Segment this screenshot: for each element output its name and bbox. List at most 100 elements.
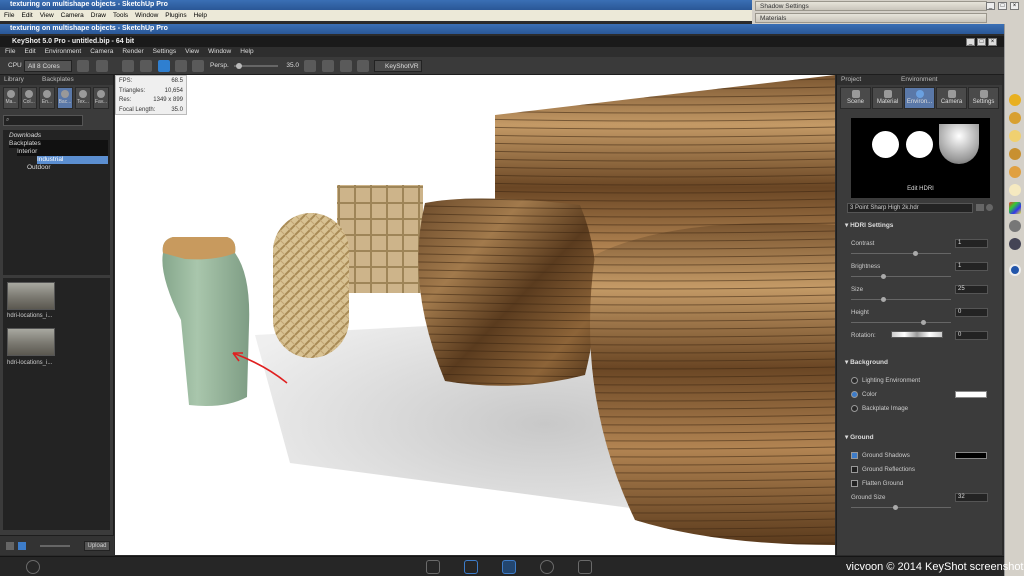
- close-button[interactable]: ×: [1010, 2, 1019, 10]
- zoom-icon[interactable]: [192, 60, 204, 72]
- tree-item-industrial[interactable]: Industrial: [37, 156, 108, 164]
- tab-backplates[interactable]: Bac...: [57, 87, 73, 109]
- ground-size-slider[interactable]: [851, 505, 951, 510]
- outliner-icon[interactable]: [1009, 184, 1021, 196]
- keyshotvr-button[interactable]: KeyShotVR: [374, 60, 422, 72]
- camera-icon[interactable]: [122, 60, 134, 72]
- tree-item-downloads[interactable]: Downloads: [9, 132, 41, 140]
- render-icon[interactable]: [578, 560, 592, 574]
- pan-icon[interactable]: [140, 60, 152, 72]
- sketchup-menu-plugins[interactable]: Plugins: [165, 10, 186, 21]
- geometry-icon[interactable]: [304, 60, 316, 72]
- tree-item-interior[interactable]: Interior: [17, 148, 108, 156]
- shadow-settings-panel[interactable]: Shadow Settings: [755, 1, 987, 11]
- tree-item-outdoor[interactable]: Outdoor: [27, 164, 51, 172]
- hdri-settings-header[interactable]: ▾ HDRI Settings: [845, 221, 893, 229]
- materials-icon[interactable]: [1009, 202, 1021, 214]
- background-color-swatch[interactable]: [955, 391, 987, 398]
- height-input[interactable]: 0: [955, 308, 988, 317]
- vase[interactable]: [162, 237, 250, 406]
- radio-color[interactable]: [851, 391, 858, 398]
- ground-header[interactable]: ▾ Ground: [845, 433, 874, 441]
- sketchup-menu-file[interactable]: File: [4, 10, 14, 21]
- sketchup-menu-draw[interactable]: Draw: [91, 10, 106, 21]
- tiled-box[interactable]: [337, 185, 423, 293]
- tab-settings[interactable]: Settings: [968, 87, 999, 109]
- hdri-file-select[interactable]: 3 Point Sharp High 2k.hdr: [847, 203, 973, 213]
- tab-environment[interactable]: Environ...: [904, 87, 935, 109]
- grid-view-icon[interactable]: [18, 542, 26, 550]
- size-slider[interactable]: [851, 297, 951, 302]
- shadow-icon[interactable]: [1009, 112, 1021, 124]
- menu-help[interactable]: Help: [240, 47, 253, 57]
- fit-icon[interactable]: [322, 60, 334, 72]
- select-icon[interactable]: [1009, 220, 1021, 232]
- fov-slider[interactable]: [234, 63, 278, 69]
- size-input[interactable]: 25: [955, 285, 988, 294]
- minimize-button[interactable]: _: [986, 2, 995, 10]
- menu-render[interactable]: Render: [122, 47, 143, 57]
- fov-value[interactable]: 35.0: [281, 60, 299, 72]
- edit-hdri-button[interactable]: Edit HDRI: [851, 186, 990, 192]
- menu-camera[interactable]: Camera: [90, 47, 113, 57]
- tab-environments[interactable]: En...: [39, 87, 55, 109]
- orbit-icon[interactable]: [1009, 238, 1021, 250]
- close-button[interactable]: ×: [988, 38, 997, 46]
- tab-material[interactable]: Material: [872, 87, 903, 109]
- tree-item-backplates[interactable]: Backplates: [9, 140, 108, 148]
- tab-colors[interactable]: Col...: [21, 87, 37, 109]
- performance-icon[interactable]: [96, 60, 108, 72]
- thumbnail-size-slider[interactable]: [40, 545, 70, 547]
- list-view-icon[interactable]: [6, 542, 14, 550]
- ground-size-input[interactable]: 32: [955, 493, 988, 502]
- background-header[interactable]: ▾ Background: [845, 358, 888, 366]
- tab-favorites[interactable]: Fav...: [93, 87, 109, 109]
- shadow-color-swatch[interactable]: [955, 452, 987, 459]
- project-icon[interactable]: [502, 560, 516, 574]
- ground-reflections-checkbox[interactable]: [851, 466, 858, 473]
- tab-textures[interactable]: Tex...: [75, 87, 91, 109]
- rotate-icon[interactable]: [158, 60, 170, 72]
- pause-icon[interactable]: [77, 60, 89, 72]
- sketchup-menu-window[interactable]: Window: [135, 10, 158, 21]
- keyshot-icon[interactable]: [1009, 264, 1021, 276]
- woven-capsule[interactable]: [273, 213, 349, 358]
- screenshot-icon[interactable]: [357, 60, 369, 72]
- section-icon[interactable]: [1009, 148, 1021, 160]
- tab-scene[interactable]: Scene: [840, 87, 871, 109]
- menu-edit[interactable]: Edit: [24, 47, 35, 57]
- animation-icon[interactable]: [540, 560, 554, 574]
- tab-camera[interactable]: Camera: [936, 87, 967, 109]
- sketchup-menu-camera[interactable]: Camera: [61, 10, 84, 21]
- maximize-button[interactable]: □: [977, 38, 986, 46]
- import-icon[interactable]: [426, 560, 440, 574]
- maximize-button[interactable]: □: [998, 2, 1007, 10]
- materials-panel[interactable]: Materials: [755, 13, 987, 23]
- rotation-dial[interactable]: [891, 331, 943, 338]
- menu-file[interactable]: File: [5, 47, 15, 57]
- backplate-thumbnail[interactable]: [7, 282, 55, 310]
- contrast-input[interactable]: 1: [955, 239, 988, 248]
- minimize-button[interactable]: _: [966, 38, 975, 46]
- sketchup-menu-edit[interactable]: Edit: [21, 10, 32, 21]
- folder-icon[interactable]: [976, 204, 984, 211]
- hdri-preview[interactable]: Edit HDRI: [851, 118, 990, 198]
- menu-environment[interactable]: Environment: [45, 47, 82, 57]
- brightness-slider[interactable]: [851, 274, 951, 279]
- flatten-ground-checkbox[interactable]: [851, 480, 858, 487]
- fog-icon[interactable]: [1009, 130, 1021, 142]
- backplate-thumbnail[interactable]: [7, 328, 55, 356]
- library-search-input[interactable]: ⌕: [3, 115, 83, 126]
- ground-shadows-checkbox[interactable]: [851, 452, 858, 459]
- rotation-input[interactable]: 0: [955, 331, 988, 340]
- sketchup-menu-help[interactable]: Help: [194, 10, 207, 21]
- tab-materials[interactable]: Ma...: [3, 87, 19, 109]
- menu-window[interactable]: Window: [208, 47, 231, 57]
- refresh-icon[interactable]: [986, 204, 993, 211]
- move-icon[interactable]: [340, 60, 352, 72]
- radio-lighting-environment[interactable]: [851, 377, 858, 384]
- tumble-icon[interactable]: [175, 60, 187, 72]
- cores-select[interactable]: All 8 Cores: [24, 60, 72, 72]
- height-slider[interactable]: [851, 320, 951, 325]
- sun-icon[interactable]: [1009, 94, 1021, 106]
